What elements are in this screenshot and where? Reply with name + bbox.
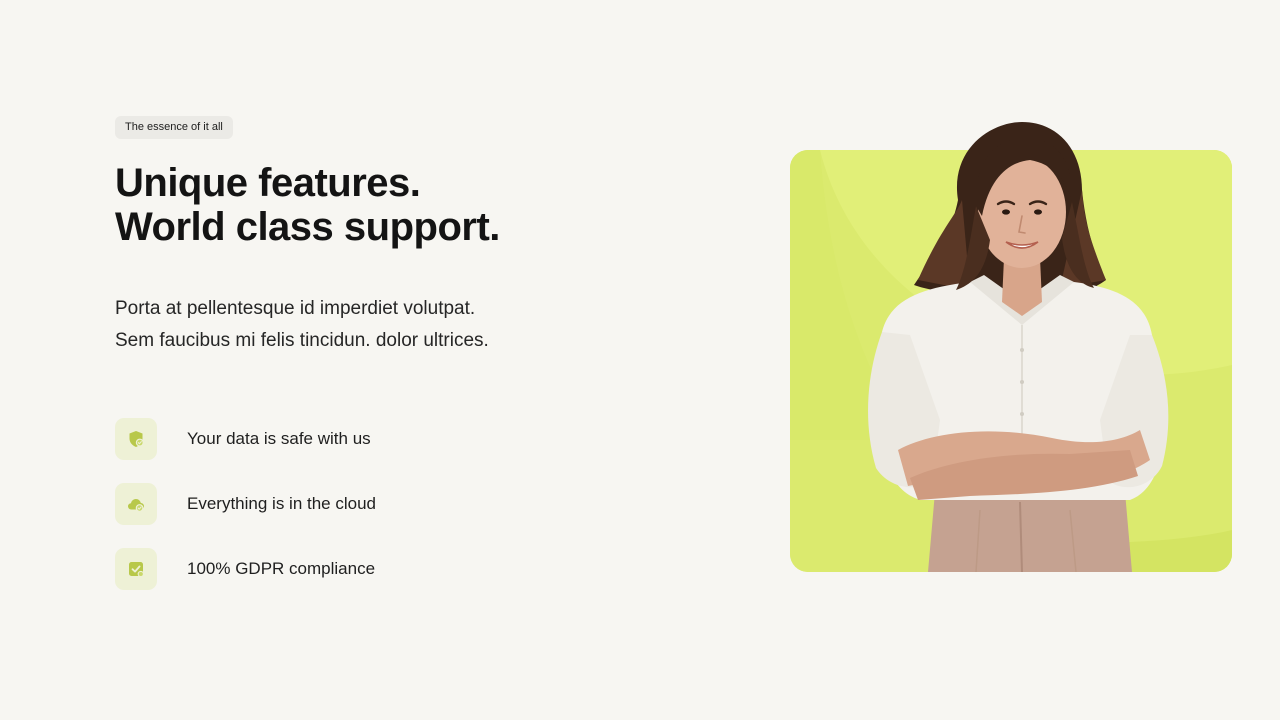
lede-paragraph: Porta at pellentesque id imperdiet volut…	[115, 293, 675, 357]
feature-list: Your data is safe with us Everything is …	[115, 418, 675, 591]
checkbox-icon	[115, 548, 157, 591]
headline-line-1: Unique features.	[115, 161, 421, 206]
headline-line-2: World class support.	[115, 205, 500, 250]
cloud-icon	[115, 483, 157, 526]
page-title: Unique features. World class support.	[115, 161, 675, 249]
feature-label: Your data is safe with us	[187, 429, 371, 449]
features-copy: The essence of it all Unique features. W…	[115, 116, 675, 591]
lede-line-1: Porta at pellentesque id imperdiet volut…	[115, 298, 476, 320]
hero-image	[790, 120, 1232, 572]
feature-item-cloud: Everything is in the cloud	[115, 483, 675, 526]
feature-item-gdpr: 100% GDPR compliance	[115, 548, 675, 591]
feature-label: 100% GDPR compliance	[187, 559, 376, 579]
eyebrow-badge: The essence of it all	[115, 116, 233, 140]
feature-label: Everything is in the cloud	[187, 494, 376, 514]
feature-item-data-safe: Your data is safe with us	[115, 418, 675, 461]
shield-icon	[115, 418, 157, 461]
woman-portrait-illustration	[868, 122, 1169, 572]
lede-line-2: Sem faucibus mi felis tincidun. dolor ul…	[115, 330, 489, 352]
features-section: The essence of it all Unique features. W…	[0, 0, 1280, 720]
